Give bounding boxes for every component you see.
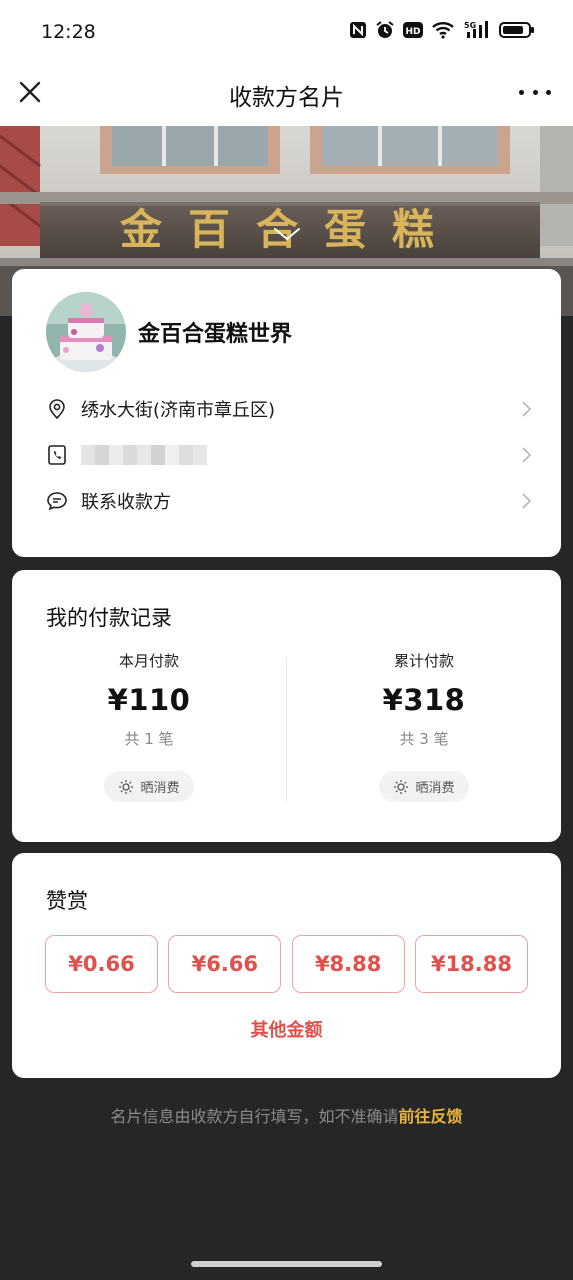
chevron-right-icon — [522, 401, 532, 417]
payment-records-title: 我的付款记录 — [46, 606, 172, 630]
monthly-payment-label: 本月付款 — [118, 652, 179, 670]
total-payment-label: 累计付款 — [393, 652, 454, 670]
tip-option-button[interactable]: ¥8.88 — [291, 935, 405, 993]
blur-block — [151, 445, 165, 465]
nfc-icon — [349, 21, 367, 39]
tip-option-button[interactable]: ¥18.88 — [414, 935, 528, 993]
nav-bar: 收款方名片 — [0, 64, 573, 126]
chevron-right-icon — [522, 447, 532, 463]
alarm-icon — [375, 20, 395, 40]
5g-signal-icon: 5G — [463, 20, 491, 40]
share-label: 晒消费 — [415, 781, 455, 796]
monthly-payment-count: 共 1 笔 — [124, 730, 174, 748]
sun-icon — [119, 779, 134, 794]
blur-block — [193, 445, 207, 465]
monthly-payment-summary: 本月付款 ¥110 共 1 笔 晒消费 — [49, 650, 249, 802]
battery-icon — [499, 21, 535, 39]
phone-number-blurred — [81, 445, 207, 465]
more-icon — [519, 89, 524, 95]
blur-block — [123, 445, 137, 465]
blur-block — [109, 445, 123, 465]
wifi-icon — [431, 21, 455, 39]
tip-option-button[interactable]: ¥6.66 — [168, 935, 282, 993]
address-text: 绣水大街(济南市章丘区) — [81, 400, 276, 421]
status-time: 12:28 — [41, 21, 96, 43]
page-title: 收款方名片 — [229, 85, 344, 111]
blur-block — [81, 445, 95, 465]
blur-block — [95, 445, 109, 465]
sun-icon — [394, 779, 409, 794]
avatar[interactable] — [46, 292, 126, 372]
phone-row[interactable] — [46, 437, 532, 473]
blur-block — [137, 445, 151, 465]
status-icons: HD 5G — [349, 20, 535, 40]
payment-divider — [286, 658, 287, 802]
contact-merchant-row[interactable]: 联系收款方 — [46, 483, 532, 519]
tip-card: 赞赏 ¥0.66 ¥6.66 ¥8.88 ¥18.88 其他金额 — [12, 853, 561, 1078]
blur-block — [179, 445, 193, 465]
svg-text:5G: 5G — [464, 21, 476, 30]
share-label: 晒消费 — [140, 781, 180, 796]
hd-icon: HD — [403, 21, 423, 39]
blur-block — [165, 445, 179, 465]
chevron-right-icon — [522, 493, 532, 509]
status-bar: 12:28 HD 5G — [0, 0, 573, 64]
footer-note-text: 名片信息由收款方自行填写，如不准确请 — [110, 1107, 399, 1126]
feedback-link[interactable]: 前往反馈 — [399, 1107, 463, 1126]
chevron-down-icon[interactable] — [272, 226, 302, 244]
address-row[interactable]: 绣水大街(济南市章丘区) — [46, 391, 532, 427]
payment-records-card: 我的付款记录 本月付款 ¥110 共 1 笔 晒消费 累计付款 ¥318 共 3… — [12, 570, 561, 842]
total-payment-count: 共 3 笔 — [399, 730, 449, 748]
shop-name: 金百合蛋糕世界 — [138, 322, 293, 347]
total-payment-amount: ¥318 — [382, 683, 466, 717]
chat-icon — [46, 490, 68, 512]
contact-merchant-label: 联系收款方 — [81, 492, 171, 513]
monthly-payment-amount: ¥110 — [107, 683, 191, 717]
merchant-profile-card: 金百合蛋糕世界 绣水大街(济南市章丘区) 联系收款方 — [12, 269, 561, 557]
phone-icon — [46, 444, 68, 466]
tip-option-button[interactable]: ¥0.66 — [45, 935, 158, 993]
tip-title: 赞赏 — [46, 889, 88, 913]
tip-options: ¥0.66 ¥6.66 ¥8.88 ¥18.88 — [45, 935, 528, 993]
share-monthly-spending-button[interactable]: 晒消费 — [104, 771, 194, 802]
svg-text:HD: HD — [405, 27, 420, 37]
more-button[interactable] — [519, 78, 551, 106]
cake-avatar-image — [46, 292, 126, 372]
share-total-spending-button[interactable]: 晒消费 — [379, 771, 469, 802]
footer-note: 名片信息由收款方自行填写，如不准确请前往反馈 — [0, 1103, 573, 1127]
other-amount-button[interactable]: 其他金额 — [12, 1016, 561, 1042]
total-payment-summary: 累计付款 ¥318 共 3 笔 晒消费 — [324, 650, 524, 802]
home-indicator[interactable] — [191, 1261, 382, 1267]
location-icon — [46, 398, 68, 420]
